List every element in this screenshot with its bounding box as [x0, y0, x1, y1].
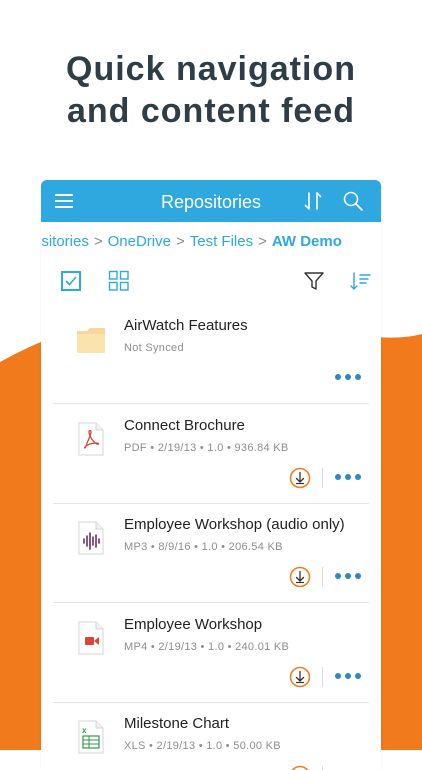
- action-divider: [322, 567, 323, 587]
- file-row[interactable]: Employee Workshop (audio only) MP3 • 8/9/…: [53, 503, 369, 603]
- download-icon[interactable]: [289, 666, 311, 688]
- action-divider: [322, 766, 323, 770]
- svg-text:x: x: [82, 726, 87, 735]
- app-screen: Repositories ositories > OneDrive > Test Fil…: [41, 180, 381, 770]
- file-meta: Not Synced: [124, 340, 184, 356]
- file-name: Employee Workshop (audio only): [124, 515, 345, 535]
- download-icon[interactable]: [289, 467, 311, 489]
- folder-icon: [77, 322, 105, 356]
- file-row[interactable]: x Milestone Chart XLS • 2/19/13 • 1.0 • 50…: [53, 702, 369, 770]
- file-name: Employee Workshop: [124, 615, 262, 635]
- more-options-icon[interactable]: [335, 374, 363, 382]
- breadcrumb-separator: >: [258, 233, 267, 250]
- marketing-headline: Quick navigation and content feed: [0, 48, 422, 132]
- breadcrumb-link[interactable]: OneDrive: [108, 233, 171, 250]
- file-meta: PDF • 2/19/13 • 1.0 • 936.84 KB: [124, 440, 289, 456]
- app-bar: Repositories: [41, 180, 381, 222]
- app-bar-title: Repositories: [41, 191, 381, 213]
- sort-arrows-icon[interactable]: [302, 190, 324, 212]
- audio-file-icon: [77, 521, 105, 555]
- video-file-icon: [77, 621, 105, 655]
- headline-line-2: and content feed: [0, 90, 422, 132]
- spreadsheet-file-icon: x: [77, 720, 105, 754]
- sort-list-icon[interactable]: [349, 270, 371, 292]
- grid-view-icon[interactable]: [108, 270, 130, 292]
- breadcrumb-separator: >: [176, 233, 185, 250]
- file-meta: MP4 • 2/19/13 • 1.0 • 240.01 KB: [124, 639, 289, 655]
- file-meta: MP3 • 8/9/16 • 1.0 • 206.54 KB: [124, 539, 283, 555]
- file-row[interactable]: Employee Workshop MP4 • 2/19/13 • 1.0 • 2…: [53, 603, 369, 703]
- breadcrumb-separator: >: [94, 233, 103, 250]
- action-divider: [322, 667, 323, 687]
- action-divider: [322, 468, 323, 488]
- file-meta: XLS • 2/19/13 • 1.0 • 50.00 KB: [124, 738, 281, 754]
- breadcrumb-current: AW Demo: [272, 233, 342, 250]
- file-row[interactable]: AirWatch Features Not Synced: [53, 304, 369, 404]
- file-name: AirWatch Features: [124, 316, 248, 336]
- breadcrumb-link[interactable]: Test Files: [190, 233, 253, 250]
- filter-icon[interactable]: [303, 270, 325, 292]
- list-toolbar: [41, 268, 381, 296]
- pdf-file-icon: [77, 422, 105, 456]
- file-name: Milestone Chart: [124, 714, 229, 734]
- file-name: Connect Brochure: [124, 416, 245, 436]
- search-icon[interactable]: [342, 190, 364, 212]
- headline-line-1: Quick navigation: [0, 48, 422, 90]
- download-icon[interactable]: [289, 566, 311, 588]
- file-row[interactable]: Connect Brochure PDF • 2/19/13 • 1.0 • 93…: [53, 404, 369, 504]
- breadcrumb: ositories > OneDrive > Test Files > AW Demo: [41, 229, 381, 255]
- more-options-icon[interactable]: [335, 573, 363, 581]
- more-options-icon[interactable]: [335, 673, 363, 681]
- breadcrumb-link[interactable]: ositories: [41, 233, 89, 250]
- download-icon[interactable]: [289, 765, 311, 770]
- select-checkbox-icon[interactable]: [61, 271, 81, 291]
- more-options-icon[interactable]: [335, 474, 363, 482]
